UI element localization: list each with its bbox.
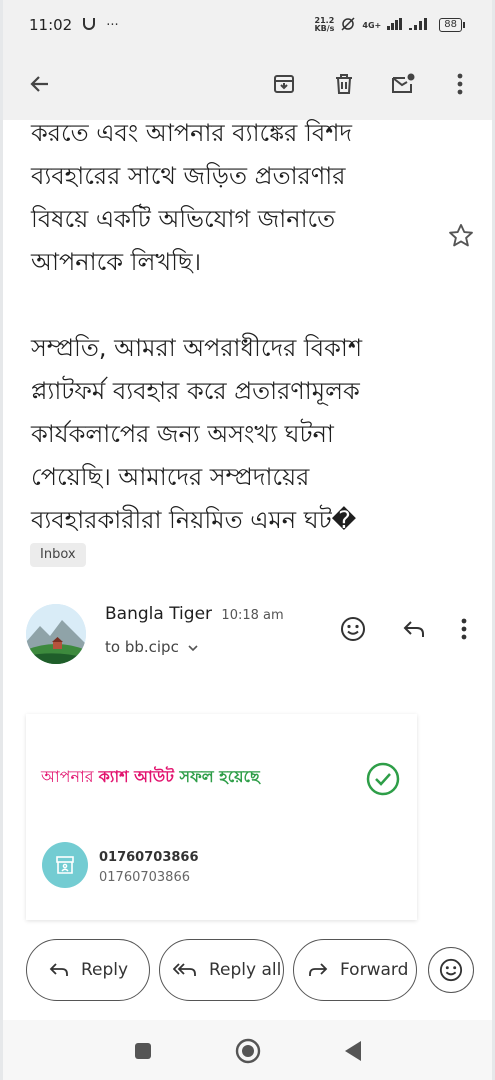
system-nav-bar xyxy=(3,1020,492,1080)
sender-avatar[interactable] xyxy=(26,604,86,664)
trash-icon[interactable] xyxy=(324,64,364,104)
inbox-label-chip[interactable]: Inbox xyxy=(30,543,86,567)
more-vert-icon[interactable] xyxy=(440,64,480,104)
mail-unread-icon[interactable] xyxy=(383,64,423,104)
recipient-text: to bb.cipc xyxy=(105,638,179,656)
arrow-back-icon[interactable] xyxy=(20,64,60,104)
reply-icon xyxy=(49,963,68,976)
sender-time: 10:18 am xyxy=(221,608,284,623)
reply-all-label: Reply all xyxy=(209,960,282,980)
body-line: ব্যবহারকারীরা নিয়মিত এমন ঘট� xyxy=(31,506,357,534)
body-line: পেয়েছি। আমাদের সম্প্রদায়ের xyxy=(31,463,310,491)
message-toolbar xyxy=(3,50,492,120)
more-notifications-icon: ··· xyxy=(106,17,119,33)
reply-label: Reply xyxy=(81,960,129,980)
receipt-card: আপনার ক্যাশ আউট সফল হয়েছে 01760703866 0… xyxy=(26,714,417,920)
recipient-toggle[interactable]: to bb.cipc xyxy=(105,638,198,656)
alarm-off-icon xyxy=(340,16,356,34)
recents-icon[interactable] xyxy=(134,1042,152,1064)
message-more-icon[interactable] xyxy=(449,612,479,646)
emoji-icon xyxy=(439,958,463,982)
receipt-title-part1: আপনার xyxy=(41,767,99,786)
forward-label: Forward xyxy=(340,960,409,980)
body-line: ব্যবহারের সাথে জড়িত প্রতারণার xyxy=(31,162,346,190)
reply-all-icon xyxy=(173,963,196,976)
forward-button[interactable]: Forward xyxy=(293,939,417,1001)
network-type: 4G+ xyxy=(362,20,382,30)
body-line: বিষয়ে একটি অভিযোগ জানাতে xyxy=(31,205,336,233)
receipt-title-part3: সফল হয়েছে xyxy=(179,767,260,786)
speed-unit: KB/s xyxy=(314,24,335,33)
status-bar: 11:02 ··· 21.2 KB/s 4G+ 88 xyxy=(3,0,492,50)
merchant-store-icon xyxy=(42,842,88,888)
emoji-reaction-icon[interactable] xyxy=(336,612,370,646)
battery-icon: 88 xyxy=(439,18,465,32)
archive-icon[interactable] xyxy=(264,64,304,104)
body-line: কার্যকলাপের জন্য অসংখ্য ঘটনা xyxy=(31,420,334,448)
message-body: করতে এবং আপনার ব্যাঙ্কের বিশদ ব্যবহারের … xyxy=(31,112,431,542)
back-nav-icon[interactable] xyxy=(343,1040,363,1066)
status-right: 21.2 KB/s 4G+ 88 xyxy=(314,16,465,34)
account-number-primary: 01760703866 xyxy=(99,850,199,865)
star-icon[interactable] xyxy=(447,222,477,252)
add-reaction-button[interactable] xyxy=(428,947,474,993)
network-speed: 21.2 KB/s xyxy=(314,17,334,33)
body-line: করতে এবং আপনার ব্যাঙ্কের বিশদ xyxy=(31,119,353,147)
signal-icon xyxy=(387,17,403,33)
signal-2-icon xyxy=(409,17,429,33)
phone-screen: 11:02 ··· 21.2 KB/s 4G+ 88 করতে এবং আপনা… xyxy=(0,0,495,1080)
receipt-title-part2: ক্যাশ আউট xyxy=(98,767,180,786)
chevron-down-icon xyxy=(188,638,198,656)
account-number-secondary: 01760703866 xyxy=(99,870,190,885)
forward-icon xyxy=(309,963,328,976)
sender-line: Bangla Tiger 10:18 am xyxy=(105,604,284,624)
body-line: আপনাকে লিখছি। xyxy=(31,248,202,276)
reply-all-button[interactable]: Reply all xyxy=(159,939,284,1001)
status-time: 11:02 xyxy=(29,16,73,34)
receipt-title: আপনার ক্যাশ আউট সফল হয়েছে xyxy=(41,764,260,791)
success-check-icon xyxy=(366,762,400,796)
reply-icon[interactable] xyxy=(397,612,431,646)
home-icon[interactable] xyxy=(235,1038,261,1068)
reply-button[interactable]: Reply xyxy=(26,939,150,1001)
sender-name[interactable]: Bangla Tiger xyxy=(105,604,212,624)
body-line: সম্প্রতি, আমরা অপরাধীদের বিকাশ xyxy=(31,334,363,362)
app-notification-icon xyxy=(82,16,96,34)
body-line: প্ল্যাটফর্ম ব্যবহার করে প্রতারণামূলক xyxy=(31,377,360,405)
